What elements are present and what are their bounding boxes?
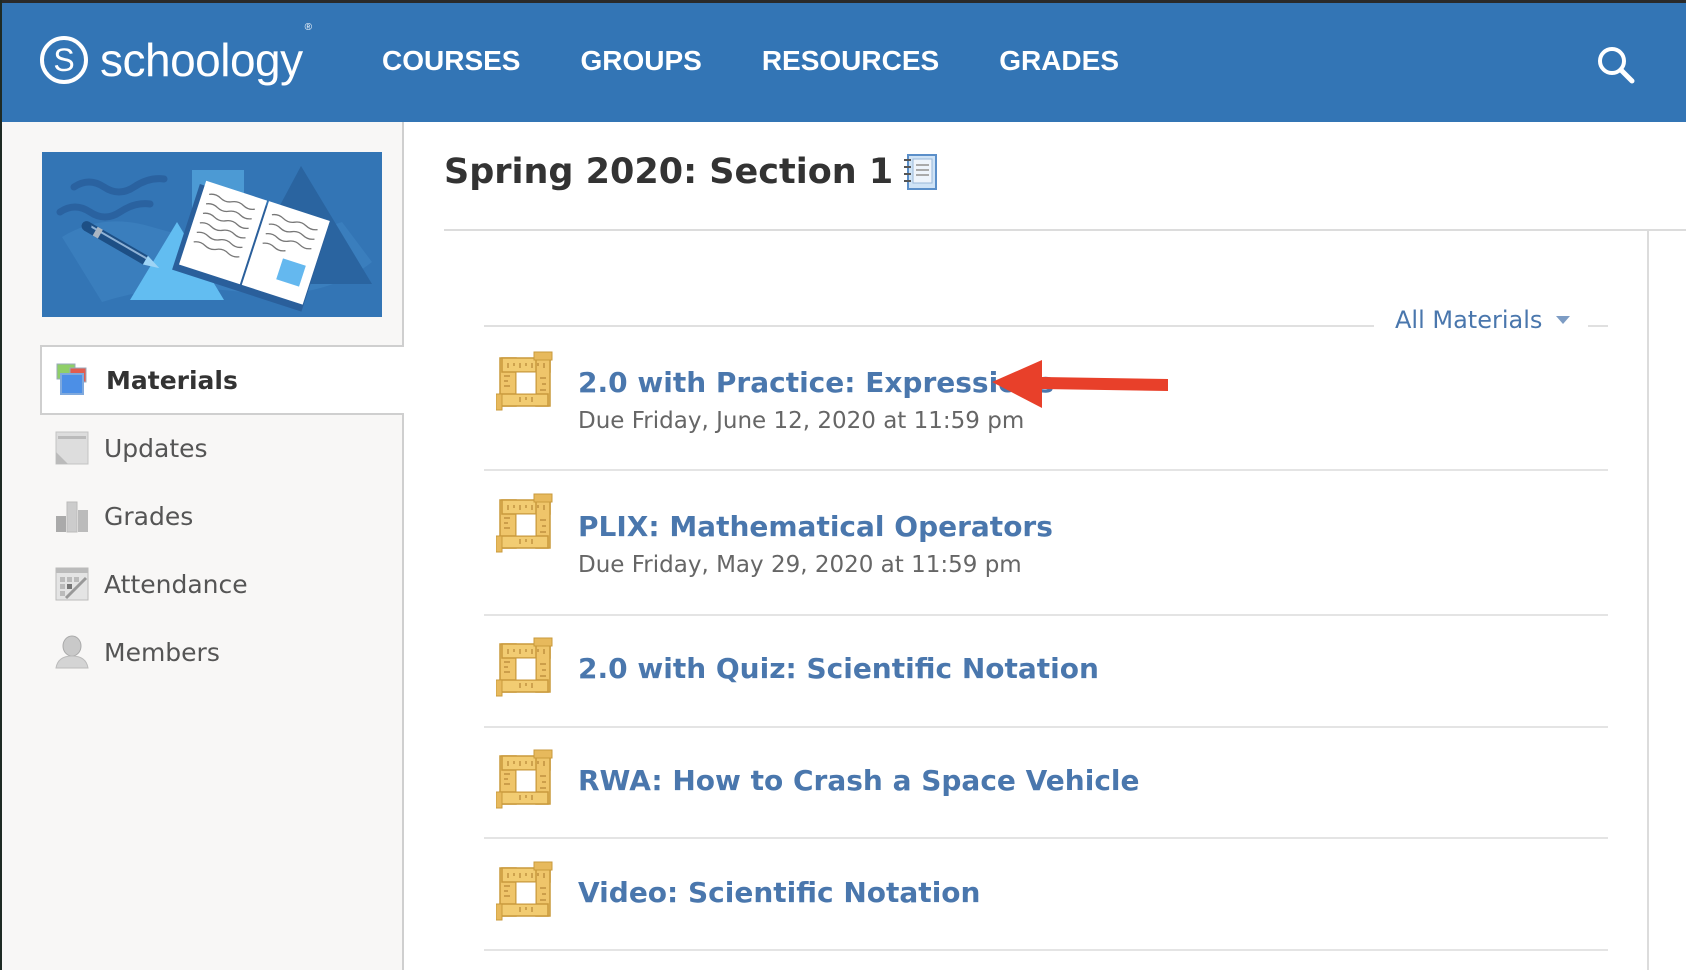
assignment-icon — [495, 350, 556, 412]
grades-icon — [54, 498, 90, 534]
top-navigation-bar: S schoology® COURSES GROUPS RESOURCES GR… — [0, 3, 1686, 122]
sidebar-item-materials[interactable]: Materials — [40, 345, 404, 415]
page-title: Spring 2020: Section 1 — [444, 152, 939, 192]
sidebar-item-label: Grades — [104, 501, 194, 531]
assignment-icon — [495, 492, 556, 554]
course-title: Spring 2020: Section 1 — [444, 152, 894, 192]
sidebar-item-label: Members — [104, 637, 220, 667]
material-title-link[interactable]: RWA: How to Crash a Space Vehicle — [578, 764, 1140, 797]
members-icon — [54, 634, 90, 670]
sidebar-item-label: Attendance — [104, 569, 248, 599]
row-divider — [484, 469, 1608, 471]
search-icon[interactable] — [1594, 43, 1638, 87]
row-divider — [484, 726, 1608, 728]
row-divider — [484, 837, 1608, 839]
material-title-link[interactable]: PLIX: Mathematical Operators — [578, 510, 1053, 543]
materials-icon — [54, 361, 92, 399]
filter-label: All Materials — [1395, 306, 1543, 334]
nav-resources[interactable]: RESOURCES — [762, 45, 939, 77]
material-item: Video: Scientific Notation — [484, 858, 1608, 950]
nav-grades[interactable]: GRADES — [999, 45, 1119, 77]
sidebar-item-members[interactable]: Members — [54, 632, 220, 672]
sidebar-item-label: Materials — [106, 365, 238, 395]
content-right-border — [1647, 231, 1649, 970]
filter-divider-right — [1588, 325, 1608, 327]
course-banner-illustration — [42, 152, 382, 317]
chevron-down-icon — [1556, 316, 1571, 324]
main-nav: COURSES GROUPS RESOURCES GRADES — [382, 45, 1179, 77]
material-due-date: Due Friday, May 29, 2020 at 11:59 pm — [578, 552, 1022, 578]
sidebar-item-grades[interactable]: Grades — [54, 496, 193, 536]
title-divider — [444, 229, 1686, 231]
notebook-icon[interactable] — [903, 153, 939, 191]
schoology-logo[interactable]: S schoology® — [40, 23, 312, 86]
material-item: RWA: How to Crash a Space Vehicle — [484, 746, 1608, 838]
materials-filter-dropdown[interactable]: All Materials — [1395, 306, 1571, 334]
sidebar-item-attendance[interactable]: Attendance — [54, 564, 248, 604]
sidebar-item-label: Updates — [104, 433, 208, 463]
material-item: 2.0 with Quiz: Scientific Notation — [484, 634, 1608, 726]
annotation-arrow-icon — [992, 360, 1168, 408]
course-sidebar: Materials Updates Grades Attendance Memb… — [0, 122, 404, 970]
row-divider — [484, 614, 1608, 616]
attendance-icon — [54, 566, 90, 602]
schoology-course-page: S schoology® COURSES GROUPS RESOURCES GR… — [0, 0, 1686, 970]
material-item: PLIX: Mathematical Operators Due Friday,… — [484, 490, 1608, 614]
logo-registered-mark: ® — [304, 22, 312, 33]
material-due-date: Due Friday, June 12, 2020 at 11:59 pm — [578, 408, 1025, 434]
nav-groups[interactable]: GROUPS — [580, 45, 701, 77]
updates-icon — [54, 430, 90, 466]
assignment-icon — [495, 636, 556, 698]
logo-text: schoology — [100, 34, 303, 86]
material-title-link[interactable]: Video: Scientific Notation — [578, 876, 980, 909]
material-title-link[interactable]: 2.0 with Quiz: Scientific Notation — [578, 652, 1099, 685]
nav-courses[interactable]: COURSES — [382, 45, 520, 77]
sidebar-item-updates[interactable]: Updates — [54, 428, 208, 468]
filter-divider-left — [484, 325, 1374, 327]
row-divider — [484, 949, 1608, 951]
assignment-icon — [495, 748, 556, 810]
assignment-icon — [495, 860, 556, 922]
window-left-edge — [0, 0, 2, 970]
material-title-link[interactable]: 2.0 with Practice: Expressions — [578, 366, 1054, 399]
logo-s-icon: S — [40, 36, 88, 84]
